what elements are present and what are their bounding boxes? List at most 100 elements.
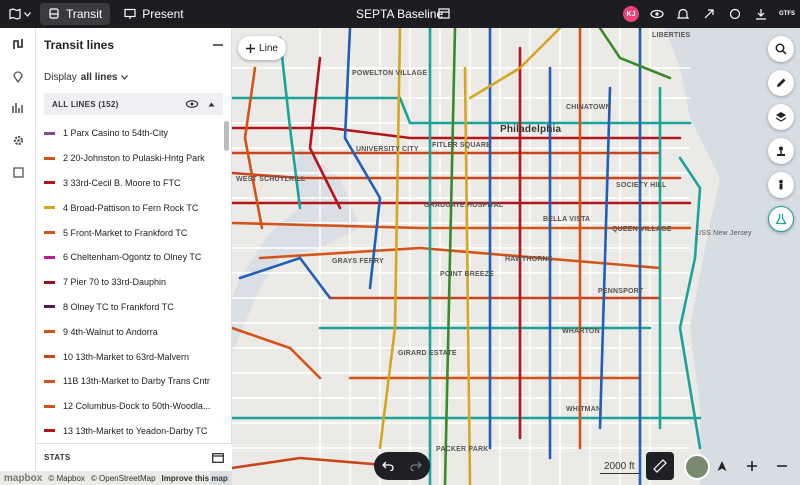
line-color-swatch <box>44 181 55 185</box>
search-button[interactable] <box>768 36 794 62</box>
bus-icon <box>49 8 59 19</box>
presentation-icon <box>124 8 136 19</box>
map-label: POINT BREEZE <box>440 271 495 278</box>
calendar-button[interactable] <box>438 6 450 24</box>
edit-button[interactable] <box>768 70 794 96</box>
stats-section[interactable]: STATS <box>36 443 232 471</box>
ruler-icon <box>653 459 667 473</box>
improve-map-link[interactable]: Improve this map <box>162 474 228 483</box>
transit-line-label: 4 Broad-Pattison to Fern Rock TC <box>63 202 199 213</box>
left-rail <box>0 28 36 471</box>
transit-line-label: 1 Parx Casino to 54th-City <box>63 128 169 139</box>
osm-credit[interactable]: © OpenStreetMap <box>91 474 156 483</box>
download-button[interactable] <box>748 0 774 28</box>
transit-line-item[interactable]: 10 13th-Market to 63rd-Malvern <box>36 344 232 369</box>
display-filter[interactable]: Display all lines <box>36 62 231 93</box>
transit-line-label: 9 4th-Walnut to Andorra <box>63 326 158 337</box>
gear-icon <box>13 135 23 145</box>
zoom-in-button[interactable] <box>740 454 764 478</box>
map-label: CHINATOWN <box>566 104 611 111</box>
transit-line-item[interactable]: 9 4th-Walnut to Andorra <box>36 319 232 344</box>
add-line-label: Line <box>259 42 278 54</box>
transit-line-item[interactable]: 6 Cheltenham-Ogontz to Olney TC <box>36 245 232 270</box>
add-line-button[interactable]: Line <box>238 36 286 60</box>
right-toolbar <box>768 36 794 232</box>
present-mode-button[interactable]: Present <box>116 3 191 25</box>
rail-analysis[interactable] <box>0 92 36 124</box>
transit-mode-label: Transit <box>66 7 103 21</box>
transit-line-label: 11B 13th-Market to Darby Trans Cntr <box>63 376 210 387</box>
transit-line-item[interactable]: 3 33rd-Cecil B. Moore to FTC <box>36 171 232 196</box>
line-color-swatch <box>44 206 55 210</box>
map-label: GRADUATE HOSPITAL <box>424 202 504 209</box>
transit-line-list: 1 Parx Casino to 54th-City 2 20-Johnston … <box>36 121 232 439</box>
line-color-swatch <box>44 379 55 383</box>
rail-settings[interactable] <box>0 124 36 156</box>
transit-line-item[interactable]: 1 Parx Casino to 54th-City <box>36 121 232 146</box>
pin-icon <box>13 71 23 83</box>
map-label: FITLER SQUARE <box>432 142 491 149</box>
transit-line-label: 8 Olney TC to Frankford TC <box>63 301 174 312</box>
map-label: HAWTHORNE <box>505 256 553 263</box>
mapbox-logo[interactable]: mapbox <box>4 473 42 484</box>
comments-button[interactable] <box>722 0 748 28</box>
share-icon <box>704 9 714 19</box>
share-button[interactable] <box>696 0 722 28</box>
measure-button[interactable] <box>646 452 674 480</box>
transit-line-label: 2 20-Johnston to Pulaski-Hntg Park <box>63 153 205 164</box>
basemap-thumbnail[interactable] <box>684 454 710 480</box>
transit-line-label: 6 Cheltenham-Ogontz to Olney TC <box>63 252 202 263</box>
all-lines-header[interactable]: ALL LINES (152) <box>44 93 223 115</box>
rail-transit-lines[interactable] <box>0 28 36 60</box>
scenario-title[interactable]: SEPTA Baseline <box>356 7 443 21</box>
user-menu[interactable]: KJ <box>618 0 644 28</box>
map-controls <box>710 454 794 478</box>
eye-icon[interactable] <box>186 100 198 108</box>
redo-icon[interactable] <box>410 461 422 471</box>
transit-line-item[interactable]: 4 Broad-Pattison to Fern Rock TC <box>36 195 232 220</box>
joystick-button[interactable] <box>768 138 794 164</box>
minimize-icon[interactable] <box>213 40 223 50</box>
transit-line-label: 13 13th-Market to Yeadon-Darby TC <box>63 425 208 436</box>
transit-line-item[interactable]: 2 20-Johnston to Pulaski-Hntg Park <box>36 146 232 171</box>
map-menu-button[interactable] <box>0 0 40 28</box>
transit-line-item[interactable]: 13 13th-Market to Yeadon-Darby TC <box>36 419 232 439</box>
scale-bar: 2000 ft <box>600 461 639 474</box>
panel-toggle-icon[interactable] <box>212 452 224 463</box>
mapbox-credit[interactable]: © Mapbox <box>48 474 85 483</box>
line-color-swatch <box>44 255 55 259</box>
visibility-button[interactable] <box>644 0 670 28</box>
transit-line-label: 3 33rd-Cecil B. Moore to FTC <box>63 177 181 188</box>
transit-line-item[interactable]: 7 Pier 70 to 33rd-Dauphin <box>36 270 232 295</box>
panel-scrollbar[interactable] <box>224 121 229 151</box>
route-icon <box>13 39 23 49</box>
gtfs-button[interactable]: GTFS <box>774 0 800 28</box>
transit-line-item[interactable]: 5 Front-Market to Frankford TC <box>36 220 232 245</box>
undo-redo-bar <box>374 452 430 480</box>
chevron-down-icon <box>24 11 31 17</box>
transit-line-item[interactable]: 8 Olney TC to Frankford TC <box>36 295 232 320</box>
zoom-out-button[interactable] <box>770 454 794 478</box>
transit-line-item[interactable]: 12 Columbus-Dock to 50th-Woodla... <box>36 394 232 419</box>
line-color-swatch <box>44 404 55 408</box>
notifications-button[interactable] <box>670 0 696 28</box>
search-icon <box>775 43 787 55</box>
layers-button[interactable] <box>768 104 794 130</box>
rail-locations[interactable] <box>0 60 36 92</box>
transit-mode-button[interactable]: Transit <box>40 3 111 25</box>
transit-line-item[interactable]: 11B 13th-Market to Darby Trans Cntr <box>36 369 232 394</box>
chevron-up-icon[interactable] <box>208 102 215 107</box>
flask-icon <box>775 214 787 225</box>
bar-chart-icon <box>12 103 23 113</box>
rail-area[interactable] <box>0 156 36 188</box>
pencil-icon <box>777 78 786 87</box>
lab-button[interactable] <box>768 206 794 232</box>
line-color-swatch <box>44 131 55 135</box>
pegman-button[interactable] <box>768 172 794 198</box>
undo-icon[interactable] <box>382 461 394 471</box>
north-button[interactable] <box>710 454 734 478</box>
map-label: WEST SCHUYLKILL <box>236 176 306 183</box>
plus-icon <box>747 461 757 471</box>
map-label: PENNSPORT <box>598 288 644 295</box>
map-attribution: mapbox © Mapbox © OpenStreetMap Improve … <box>4 473 228 484</box>
